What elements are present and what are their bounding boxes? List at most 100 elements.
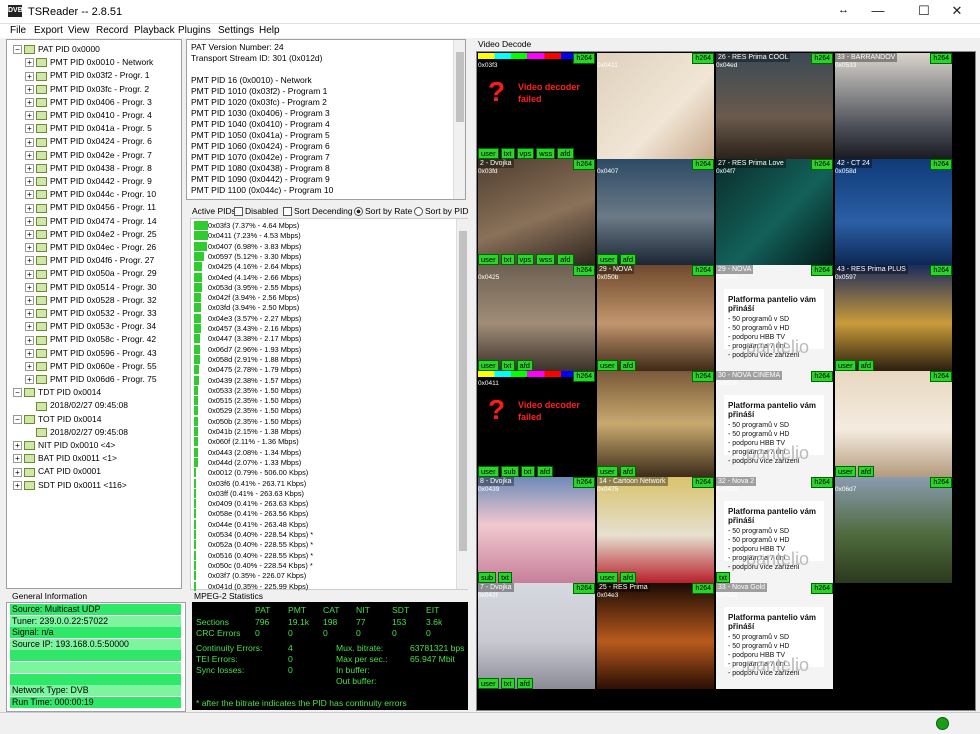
close-button[interactable]: ✕ bbox=[934, 0, 980, 24]
expand-icon[interactable]: + bbox=[25, 269, 34, 279]
video-tile[interactable]: 29 - NOVA 0x050b h264 user afd bbox=[597, 265, 714, 371]
menu-file[interactable]: File bbox=[10, 24, 26, 38]
tree-node[interactable]: + PMT PID 0x0596 - Progr. 43 bbox=[25, 347, 157, 360]
expand-icon[interactable]: + bbox=[25, 58, 34, 68]
video-tile[interactable]: 26 - RES Prima COOL 0x04ed h264 bbox=[716, 53, 833, 159]
expand-icon[interactable]: + bbox=[25, 322, 34, 332]
video-tile[interactable]: 2 - Dvojka 0x03fd h264 user txt vps wss afd bbox=[478, 159, 595, 265]
tree-node[interactable]: + PMT PID 0x058c - Progr. 42 bbox=[25, 333, 156, 346]
video-tile[interactable]: Platforma pantelio vám přináší - 50 progr… bbox=[716, 583, 833, 689]
expand-icon[interactable]: + bbox=[25, 150, 34, 160]
tree-node[interactable]: − PAT PID 0x0000 bbox=[13, 43, 100, 56]
tree-node[interactable]: + SDT PID 0x0011 <116> bbox=[13, 479, 127, 492]
pid-row[interactable]: 0x041d (0.35% - 225.99 Kbps) bbox=[194, 581, 454, 592]
expand-icon[interactable]: + bbox=[25, 309, 34, 319]
tree-node[interactable]: + PMT PID 0x04f6 - Progr. 27 bbox=[25, 254, 154, 267]
expand-icon[interactable]: + bbox=[25, 362, 34, 372]
video-tile[interactable]: h264 user afd bbox=[835, 371, 952, 477]
tree-node[interactable]: + PMT PID 0x060e - Progr. 55 bbox=[25, 360, 157, 373]
tree-node[interactable]: + PMT PID 0x04e2 - Progr. 25 bbox=[25, 228, 157, 241]
expand-icon[interactable]: + bbox=[25, 243, 34, 253]
tree-node[interactable]: + PMT PID 0x0514 - Progr. 30 bbox=[25, 281, 157, 294]
minimize-button[interactable]: — bbox=[855, 0, 901, 24]
expand-icon[interactable]: + bbox=[25, 282, 34, 292]
video-tile[interactable]: 42 - CT 24 0x058d h264 bbox=[835, 159, 952, 265]
tree-node[interactable]: + PMT PID 0x03fc - Progr. 2 bbox=[25, 83, 149, 96]
disabled-checkbox[interactable]: Disabled bbox=[234, 205, 278, 217]
tree-node[interactable]: − TOT PID 0x0014 bbox=[13, 413, 101, 426]
tree-node[interactable]: + PMT PID 0x0010 - Network bbox=[25, 56, 153, 69]
tree-node[interactable]: + CAT PID 0x0001 bbox=[13, 465, 101, 478]
tree-node[interactable]: 2018/02/27 09:45:08 bbox=[25, 399, 128, 412]
menu-settings[interactable]: Settings bbox=[218, 24, 254, 38]
menu-playback[interactable]: Playback bbox=[134, 24, 175, 38]
expand-icon[interactable]: + bbox=[25, 296, 34, 306]
expand-icon[interactable]: + bbox=[25, 111, 34, 121]
expand-icon[interactable]: + bbox=[25, 375, 34, 385]
menu-view[interactable]: View bbox=[68, 24, 90, 38]
expand-icon[interactable]: + bbox=[25, 216, 34, 226]
tree-node[interactable]: + PMT PID 0x0456 - Progr. 11 bbox=[25, 201, 156, 214]
menu-help[interactable]: Help bbox=[259, 24, 280, 38]
tree-node[interactable]: + BAT PID 0x0011 <1> bbox=[13, 452, 117, 465]
expand-icon[interactable]: + bbox=[25, 190, 34, 200]
tree-node[interactable]: + PMT PID 0x044c - Progr. 10 bbox=[25, 188, 156, 201]
video-tile[interactable] bbox=[835, 583, 952, 689]
video-tile[interactable]: 33 - BARRANDOV 0x0533 h264 bbox=[835, 53, 952, 159]
tree-node[interactable]: + PMT PID 0x06d6 - Progr. 75 bbox=[25, 373, 157, 386]
video-tile[interactable]: 0x0407 h264 user afd bbox=[597, 159, 714, 265]
expand-icon[interactable]: + bbox=[25, 177, 34, 187]
expand-icon[interactable]: + bbox=[25, 256, 34, 266]
pids-scrollbar[interactable] bbox=[456, 219, 468, 589]
expand-icon[interactable]: + bbox=[13, 480, 22, 490]
tree-node[interactable]: + PMT PID 0x04ec - Progr. 26 bbox=[25, 241, 156, 254]
expand-icon[interactable]: + bbox=[25, 164, 34, 174]
video-tile[interactable]: 8 - Dvojka 0x0439 h264 sub txt bbox=[478, 477, 595, 583]
video-tile[interactable]: 0x06d7 h264 bbox=[835, 477, 952, 583]
tree-node[interactable]: − TDT PID 0x0014 bbox=[13, 386, 101, 399]
tree-node[interactable]: + PMT PID 0x050a - Progr. 29 bbox=[25, 267, 157, 280]
expand-icon[interactable]: + bbox=[13, 441, 22, 451]
tree-node[interactable]: + PMT PID 0x03f2 - Progr. 1 bbox=[25, 69, 150, 82]
video-tile[interactable]: ? Video decoder failed 0x03f3 h264 user txt vp… bbox=[478, 53, 595, 159]
expand-icon[interactable]: + bbox=[13, 467, 22, 477]
expand-icon[interactable]: + bbox=[25, 71, 34, 81]
pid-tree[interactable]: − PAT PID 0x0000 + PMT PID 0x0010 - Network… bbox=[6, 39, 182, 589]
video-tile[interactable]: 0x0411 h264 bbox=[597, 53, 714, 159]
tree-node[interactable]: + PMT PID 0x0474 - Progr. 14 bbox=[25, 215, 157, 228]
collapse-icon[interactable]: − bbox=[13, 45, 22, 55]
tree-node[interactable]: + PMT PID 0x0442 - Progr. 9 bbox=[25, 175, 152, 188]
video-tile[interactable]: Platforma pantelio vám přináší - 50 progr… bbox=[716, 477, 833, 583]
tree-node[interactable]: + PMT PID 0x0406 - Progr. 3 bbox=[25, 96, 152, 109]
video-tile[interactable]: 25 - RES Prima 0x04e3 h264 bbox=[597, 583, 714, 689]
tree-node[interactable]: + PMT PID 0x0438 - Progr. 8 bbox=[25, 162, 152, 175]
sort-by-pid-radio[interactable]: Sort by PID bbox=[414, 205, 468, 217]
tree-node[interactable]: + PMT PID 0x0532 - Progr. 33 bbox=[25, 307, 157, 320]
expand-icon[interactable]: + bbox=[25, 348, 34, 358]
tree-node[interactable]: + PMT PID 0x041a - Progr. 5 bbox=[25, 122, 152, 135]
expand-icon[interactable]: + bbox=[25, 124, 34, 134]
video-tile[interactable]: Platforma pantelio vám přináší - 50 progr… bbox=[716, 265, 833, 371]
expand-icon[interactable]: + bbox=[25, 98, 34, 108]
expand-icon[interactable]: + bbox=[25, 137, 34, 147]
tree-node[interactable]: + PMT PID 0x0424 - Progr. 6 bbox=[25, 135, 152, 148]
expand-icon[interactable]: + bbox=[25, 230, 34, 240]
tree-node[interactable]: + PMT PID 0x0528 - Progr. 32 bbox=[25, 294, 157, 307]
menu-record[interactable]: Record bbox=[96, 24, 128, 38]
video-tile[interactable]: 43 - RES Prima PLUS 0x0597 h264 user afd bbox=[835, 265, 952, 371]
tree-node[interactable]: + PMT PID 0x053c - Progr. 34 bbox=[25, 320, 156, 333]
menu-export[interactable]: Export bbox=[34, 24, 63, 38]
video-tile[interactable]: Platforma pantelio vám přináší - 50 progr… bbox=[716, 371, 833, 477]
tree-node[interactable]: + PMT PID 0x0410 - Progr. 4 bbox=[25, 109, 152, 122]
expand-icon[interactable]: + bbox=[25, 335, 34, 345]
sort-by-rate-radio[interactable]: Sort by Rate bbox=[354, 205, 412, 217]
video-tile[interactable]: ? Video decoder failed 0x0411 h264 user sub tx… bbox=[478, 371, 595, 477]
menu-plugins[interactable]: Plugins bbox=[178, 24, 211, 38]
tree-node[interactable]: 2018/02/27 09:45:08 bbox=[25, 426, 128, 439]
pat-scroll-thumb[interactable] bbox=[456, 52, 464, 122]
pat-scrollbar[interactable] bbox=[453, 40, 465, 199]
video-tile[interactable]: 14 - Cartoon Network 0x0475 h264 user afd bbox=[597, 477, 714, 583]
tree-node[interactable]: + NIT PID 0x0010 <4> bbox=[13, 439, 115, 452]
video-tile[interactable]: h264 user afd bbox=[597, 371, 714, 477]
expand-icon[interactable]: + bbox=[25, 84, 34, 94]
